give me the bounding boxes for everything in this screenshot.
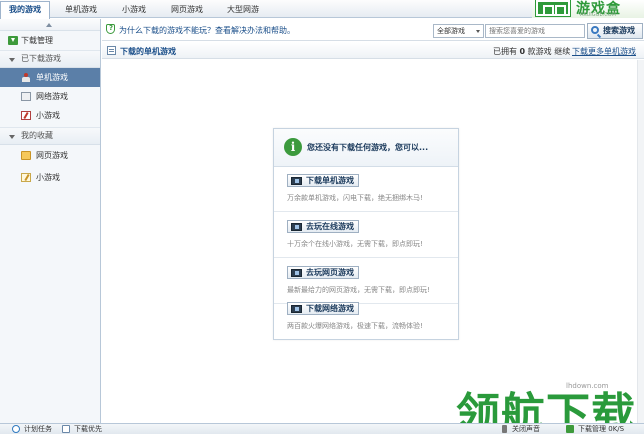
status-label: 计划任务 bbox=[24, 425, 52, 433]
list-icon bbox=[107, 46, 116, 55]
single-player-icon bbox=[21, 73, 31, 82]
download-single-game-button[interactable]: 下载单机游戏 bbox=[287, 174, 359, 187]
tab-my-games[interactable]: 我的游戏 bbox=[0, 1, 50, 19]
empty-state-title: 您还没有下载任何游戏，您可以... bbox=[307, 143, 429, 152]
monitor-icon bbox=[291, 223, 302, 231]
status-label: 下载管理 bbox=[578, 425, 606, 433]
search-input[interactable] bbox=[485, 24, 585, 38]
tab-single-player[interactable]: 单机游戏 bbox=[56, 1, 106, 18]
sidebar-item-mini-games[interactable]: 小游戏 bbox=[0, 106, 100, 125]
option-description: 两百款火爆网络游戏，极速下载，流畅体验! bbox=[287, 322, 423, 330]
search-icon bbox=[591, 26, 599, 34]
mini-game-icon bbox=[21, 173, 31, 182]
web-game-icon bbox=[21, 151, 31, 160]
sidebar-item-label: 下载管理 bbox=[21, 36, 53, 45]
game-count: 已拥有 0 款游戏 继续 bbox=[493, 46, 570, 57]
mute-sound-button[interactable]: 关闭声音 bbox=[500, 424, 540, 434]
search-button[interactable]: 搜索游戏 bbox=[587, 23, 643, 39]
count-prefix: 已拥有 bbox=[493, 47, 517, 56]
option-button-label: 去玩网页游戏 bbox=[306, 268, 354, 277]
sidebar-group-label: 已下载游戏 bbox=[21, 54, 61, 63]
status-label: 关闭声音 bbox=[512, 425, 540, 433]
option-button-label: 去玩在线游戏 bbox=[306, 222, 354, 231]
empty-state-panel: i 您还没有下载任何游戏，您可以... 下载单机游戏 万余款单机游戏，闪电下载，… bbox=[273, 128, 459, 340]
download-icon bbox=[8, 36, 18, 45]
list-header: 下载的单机游戏 已拥有 0 款游戏 继续 下载更多单机游戏 bbox=[102, 42, 644, 59]
download-speed: 0K/S bbox=[608, 425, 625, 433]
sidebar-item-online-games[interactable]: 网络游戏 bbox=[0, 87, 100, 106]
chevron-down-icon bbox=[476, 30, 480, 33]
count-number: 0 bbox=[519, 47, 526, 56]
option-play-online: 去玩在线游戏 十万余个在线小游戏，无需下载，即点即玩! bbox=[274, 214, 458, 258]
speaker-icon bbox=[502, 425, 507, 433]
option-description: 最新最给力的网页游戏，无需下载，即点即玩! bbox=[287, 286, 430, 294]
sidebar-group-downloaded[interactable]: 已下载游戏 bbox=[0, 50, 100, 68]
sidebar-item-label: 小游戏 bbox=[36, 111, 60, 120]
sidebar-item-label: 单机游戏 bbox=[36, 73, 68, 82]
toolbar: 为什么下载的游戏不能玩？查看解决办法和帮助。 全部游戏 搜索游戏 bbox=[102, 19, 644, 41]
help-shield-icon bbox=[106, 24, 115, 34]
option-button-label: 下载单机游戏 bbox=[306, 176, 354, 185]
download-priority-button[interactable]: 下载优先 bbox=[62, 424, 102, 434]
option-description: 万余款单机游戏，闪电下载，绝无捆绑木马! bbox=[287, 194, 423, 202]
help-notice-link[interactable]: 为什么下载的游戏不能玩？查看解决办法和帮助。 bbox=[119, 25, 295, 36]
download-more-link[interactable]: 下载更多单机游戏 bbox=[572, 46, 636, 57]
online-game-icon bbox=[21, 92, 31, 101]
sidebar-group-label: 我的收藏 bbox=[21, 131, 53, 140]
tab-web-games[interactable]: 网页游戏 bbox=[162, 1, 212, 18]
search-button-label: 搜索游戏 bbox=[603, 26, 635, 35]
download-mmo-game-button[interactable]: 下载网络游戏 bbox=[287, 302, 359, 315]
sidebar-item-fav-web-games[interactable]: 网页游戏 bbox=[0, 145, 100, 167]
sidebar-item-download-manage[interactable]: 下载管理 bbox=[0, 31, 100, 50]
play-web-game-button[interactable]: 去玩网页游戏 bbox=[287, 266, 359, 279]
option-download-mmo: 下载网络游戏 两百款火爆网络游戏，极速下载，流畅体验! bbox=[274, 296, 458, 340]
main-content: 为什么下载的游戏不能玩？查看解决办法和帮助。 全部游戏 搜索游戏 下载的单机游戏… bbox=[102, 19, 644, 423]
clock-icon bbox=[12, 425, 20, 433]
logo-icon bbox=[535, 0, 571, 17]
main-scrollbar[interactable] bbox=[637, 60, 644, 423]
info-icon: i bbox=[284, 138, 302, 156]
status-bar: 计划任务 下载优先 关闭声音 下载管理 0K/S bbox=[0, 423, 644, 434]
tab-mmo-games[interactable]: 大型网游 bbox=[218, 1, 268, 18]
download-icon bbox=[566, 425, 574, 433]
sidebar: 下载管理 已下载游戏 单机游戏 网络游戏 小游戏 我的收藏 网页游戏 小游戏 bbox=[0, 19, 101, 423]
logo-subtext: AKUIGGE.COM bbox=[580, 12, 616, 18]
download-priority-icon bbox=[62, 425, 70, 433]
sidebar-item-label: 小游戏 bbox=[36, 173, 60, 182]
monitor-icon bbox=[291, 305, 302, 313]
sidebar-scroll-up-button[interactable] bbox=[0, 19, 100, 31]
count-suffix: 款游戏 bbox=[527, 47, 552, 56]
category-select[interactable]: 全部游戏 bbox=[433, 24, 484, 38]
sidebar-item-fav-mini-games[interactable]: 小游戏 bbox=[0, 167, 100, 189]
list-title: 下载的单机游戏 bbox=[120, 47, 176, 56]
sidebar-group-favorites[interactable]: 我的收藏 bbox=[0, 127, 100, 145]
plan-task-button[interactable]: 计划任务 bbox=[12, 424, 52, 434]
chevron-down-icon bbox=[9, 58, 15, 62]
sidebar-item-single-player[interactable]: 单机游戏 bbox=[0, 68, 100, 87]
download-manage-status[interactable]: 下载管理 0K/S bbox=[566, 424, 624, 434]
status-label: 下载优先 bbox=[74, 425, 102, 433]
monitor-icon bbox=[291, 177, 302, 185]
mini-game-icon bbox=[21, 111, 31, 120]
category-select-value: 全部游戏 bbox=[437, 27, 465, 35]
monitor-icon bbox=[291, 269, 302, 277]
top-tab-bar: 我的游戏 单机游戏 小游戏 网页游戏 大型网游 游戏盒 AKUIGGE.COM bbox=[0, 0, 644, 19]
play-online-game-button[interactable]: 去玩在线游戏 bbox=[287, 220, 359, 233]
tab-mini-games[interactable]: 小游戏 bbox=[112, 1, 156, 18]
empty-state-header: i 您还没有下载任何游戏，您可以... bbox=[274, 129, 458, 167]
chevron-down-icon bbox=[9, 135, 15, 139]
app-logo: 游戏盒 AKUIGGE.COM bbox=[532, 0, 644, 18]
option-button-label: 下载网络游戏 bbox=[306, 304, 354, 313]
option-description: 十万余个在线小游戏，无需下载，即点即玩! bbox=[287, 240, 423, 248]
option-download-single: 下载单机游戏 万余款单机游戏，闪电下载，绝无捆绑木马! bbox=[274, 168, 458, 212]
sidebar-item-label: 网络游戏 bbox=[36, 92, 68, 101]
continue-label: 继续 bbox=[554, 47, 571, 56]
sidebar-item-label: 网页游戏 bbox=[36, 151, 68, 160]
